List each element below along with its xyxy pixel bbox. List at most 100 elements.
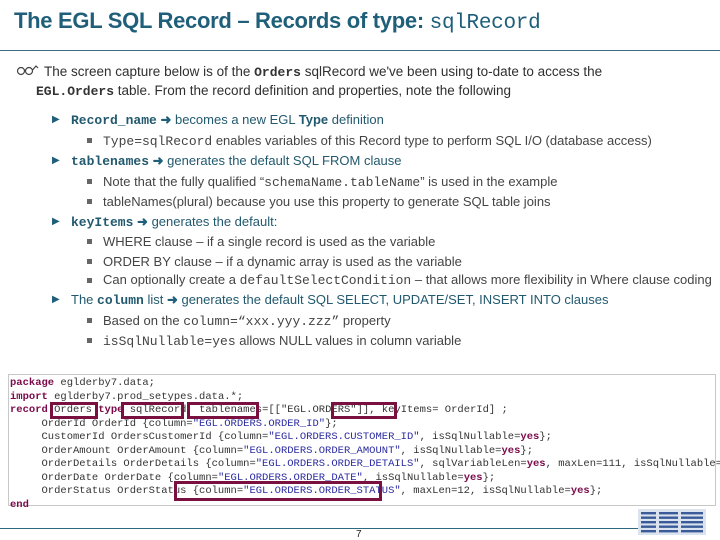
square-bullet-icon	[87, 239, 92, 244]
kw: tablenames	[71, 154, 150, 169]
text: definition	[328, 112, 384, 127]
text: Note that the fully qualified “	[103, 173, 265, 189]
kw: Record_name	[71, 113, 157, 128]
sub-bullet: Type=sqlRecord enables variables of this…	[56, 131, 720, 152]
intro-text-3: table. From the record definition and pr…	[114, 83, 511, 98]
code-string: "EGL.ORDERS.ORDER_ID"	[192, 417, 326, 430]
sub-bullet: tableNames(plural) because you use this …	[56, 192, 720, 212]
bullet-keyitems: ▶ keyItems ➜ generates the default:	[52, 212, 720, 233]
slide-title: The EGL SQL Record – Records of type: sq…	[14, 8, 541, 35]
text: allows NULL values in column variable	[235, 333, 462, 348]
code-line: package eglderby7.data;	[10, 377, 715, 391]
keyword: yes	[526, 458, 546, 470]
text: enables variables of this Record type to…	[212, 132, 652, 148]
text: Based on the	[103, 312, 184, 328]
code-text: , isSqlNullable=	[400, 444, 502, 457]
keyword: import	[10, 390, 48, 403]
code-line: OrderDetails OrderDetails {column="EGL.O…	[10, 458, 720, 472]
code-text: };	[325, 417, 338, 430]
square-bullet-icon	[87, 338, 92, 343]
code-text: CustomerId OrdersCustomerId {column=	[10, 431, 269, 443]
sub-bullet: isSqlNullable=yes allows NULL values in …	[56, 331, 720, 352]
code-string: "EGL.ORDERS.ORDER_AMOUNT"	[243, 444, 401, 457]
mono: Type=sqlRecord	[103, 133, 213, 149]
bullet-record-name: ▶ Record_name ➜ becomes a new EGL Type de…	[52, 110, 720, 131]
code-text: };	[589, 485, 603, 497]
code-text: };	[520, 444, 534, 457]
text: list	[143, 292, 167, 307]
bullet-column: ▶ The column list ➜ generates the default…	[52, 290, 720, 311]
code-text: eglderby7.prod_setypes.data.*;	[47, 390, 244, 403]
sub-bullet: Based on the column=“xxx.yyy.zzz” proper…	[56, 311, 720, 332]
highlight-box-sqlrecord	[121, 402, 184, 419]
code-text: , sqlVariableLen=	[419, 458, 527, 470]
text: WHERE clause – if a single record is use…	[103, 234, 436, 249]
code-text: };	[482, 471, 496, 484]
code-text: , maxLen=12, isSqlNullable=	[400, 485, 571, 497]
keyword: yes	[463, 471, 483, 484]
code-line: OrderAmount OrderAmount {column="EGL.ORD…	[10, 445, 715, 459]
intro-paragraph: The screen capture below is of the Order…	[16, 63, 716, 101]
code-text: };	[539, 431, 552, 443]
eyeglasses-icon	[16, 63, 44, 81]
kw: keyItems	[71, 214, 134, 230]
title-text: The EGL SQL Record – Records of type:	[14, 8, 430, 33]
triangle-bullet-icon: ▶	[52, 215, 60, 227]
title-divider	[0, 50, 720, 51]
page-number: 7	[356, 529, 362, 540]
code-text: OrderDetails OrderDetails {column=	[10, 458, 256, 470]
text: ” is used in the example	[420, 173, 558, 189]
intro-egl-orders: EGL.Orders	[36, 84, 115, 99]
square-bullet-icon	[87, 317, 92, 323]
sub-bullet: Note that the fully qualified “schemaNam…	[56, 172, 720, 193]
code-line: CustomerId OrdersCustomerId {column="EGL…	[10, 431, 715, 445]
text: The	[71, 292, 98, 307]
triangle-bullet-icon: ▶	[52, 114, 60, 125]
code-text: eglderby7.data;	[54, 377, 155, 389]
code-string: "EGL.ORDERS.ORDER_DETAILS"	[255, 458, 420, 470]
text: generates the default SQL SELECT, UPDATE…	[177, 292, 609, 307]
title-mono: sqlRecord	[429, 12, 541, 35]
code-text: , isSqlNullable=	[419, 431, 521, 443]
arrow-right-icon: ➜	[160, 112, 172, 127]
text: ORDER BY clause – if a dynamic array is …	[103, 253, 462, 269]
bullet-tablenames: ▶ tablenames ➜ generates the default SQL …	[52, 151, 720, 172]
square-bullet-icon	[87, 199, 92, 204]
arrow-right-icon: ➜	[166, 292, 178, 307]
bullet-list: ▶ Record_name ➜ becomes a new EGL Type de…	[52, 110, 720, 352]
square-bullet-icon	[87, 258, 92, 264]
highlight-box-orders	[50, 402, 98, 419]
square-bullet-icon	[87, 137, 92, 143]
keyword: yes	[501, 444, 521, 457]
code-text: , maxLen=111, isSqlNullable=	[545, 458, 720, 470]
highlight-box-tablenames	[187, 402, 259, 419]
text: generates the default SQL FROM clause	[163, 153, 402, 168]
keyword: package	[10, 377, 55, 389]
intro-orders: Orders	[254, 65, 301, 80]
triangle-bullet-icon: ▶	[52, 294, 60, 305]
square-bullet-icon	[87, 178, 92, 184]
highlight-box-column	[174, 481, 382, 501]
bold-type: Type	[298, 112, 329, 127]
arrow-right-icon: ➜	[137, 213, 148, 229]
sub-bullet: WHERE clause – if a single record is use…	[56, 232, 720, 252]
text: property	[339, 312, 391, 328]
keyword: end	[10, 498, 29, 511]
text: tableNames(plural) because you use this …	[103, 194, 551, 209]
keyword: yes	[570, 485, 590, 497]
code-line: OrderId OrderId {column="EGL.ORDERS.ORDE…	[10, 418, 715, 432]
sub-bullet: Can optionally create a defaultSelectCon…	[56, 271, 720, 290]
mono: schemaName.tableName	[264, 174, 421, 190]
code-string: "EGL.ORDERS.CUSTOMER_ID"	[268, 431, 420, 443]
keyword: yes	[520, 431, 540, 443]
code-screenshot: package eglderby7.data; import eglderby7…	[8, 374, 720, 511]
code-text: OrderAmount OrderAmount {column=	[10, 444, 244, 457]
mono: isSqlNullable=yes	[103, 334, 236, 349]
ibm-logo	[638, 509, 706, 535]
intro-text-1: The screen capture below is of the	[44, 64, 255, 79]
code-text: OrderId OrderId {column=	[10, 417, 193, 430]
kw: column	[97, 293, 144, 308]
text: – that allows more flexibility in Where …	[411, 272, 712, 287]
text: becomes a new EGL	[171, 112, 299, 127]
triangle-bullet-icon: ▶	[52, 155, 60, 166]
